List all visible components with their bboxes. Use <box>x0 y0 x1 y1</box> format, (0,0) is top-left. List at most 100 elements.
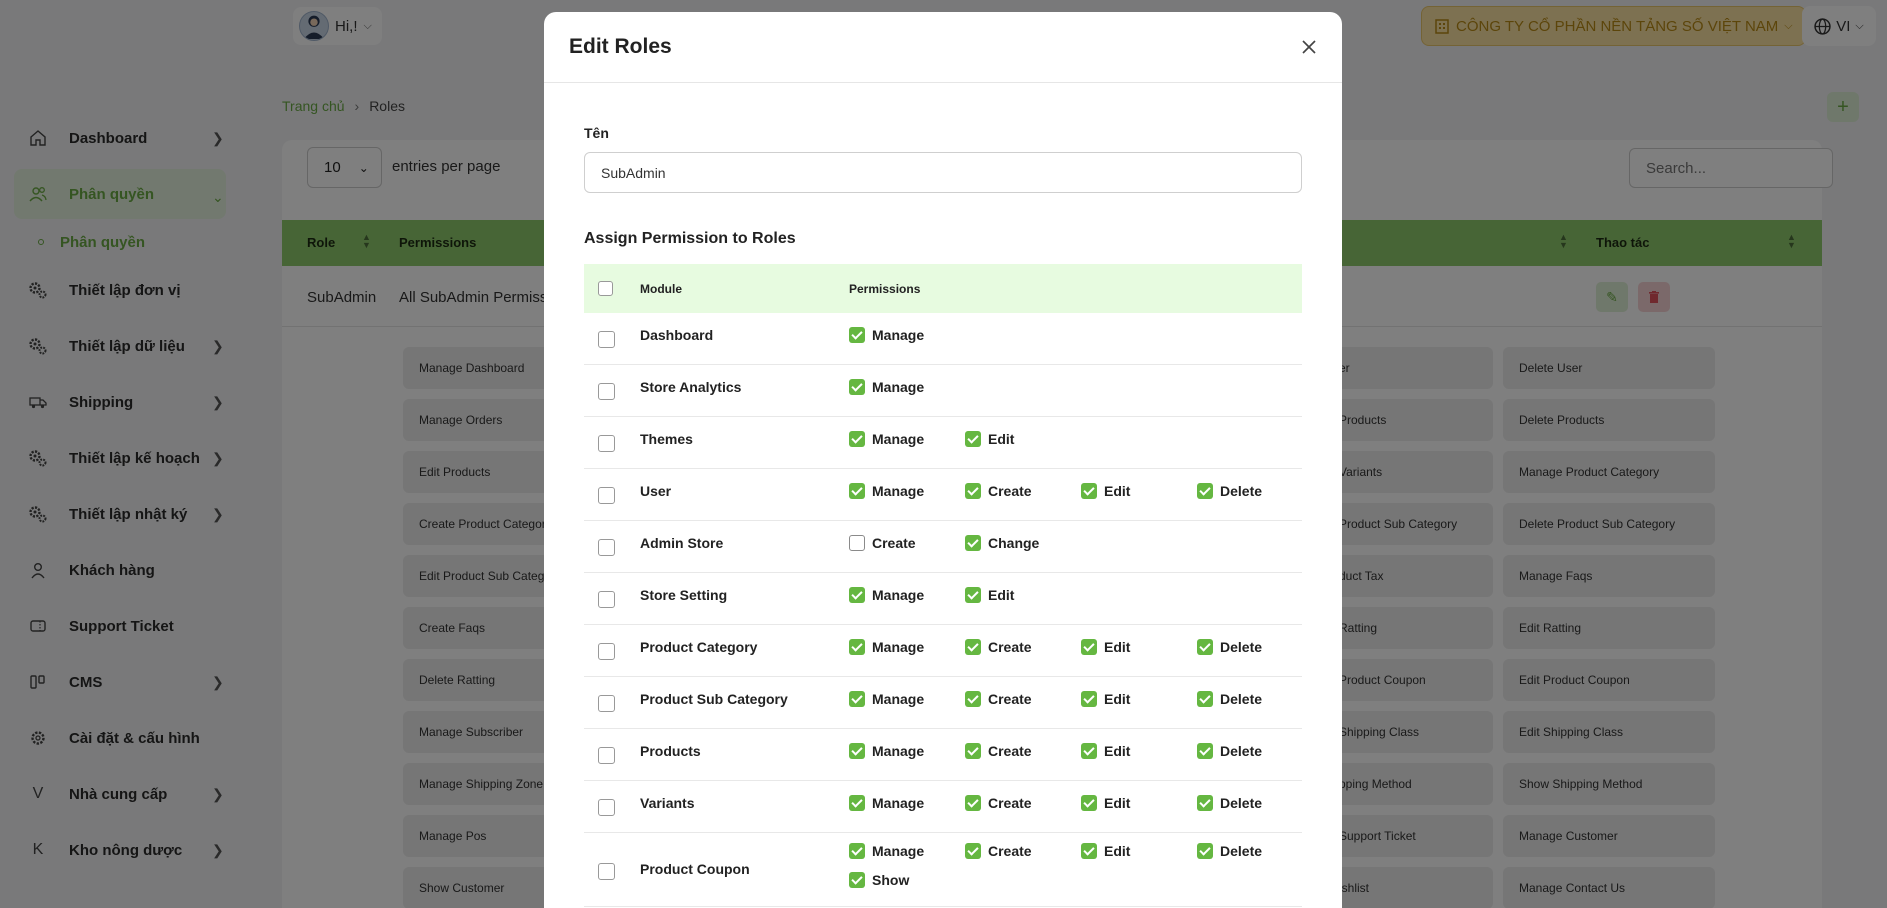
checked-checkbox[interactable] <box>849 587 865 603</box>
permission-edit[interactable]: Edit <box>1081 691 1130 707</box>
permission-label: Create <box>988 795 1032 811</box>
row-select-checkbox[interactable] <box>598 863 615 880</box>
permission-label: Manage <box>872 795 925 811</box>
name-label: Tên <box>584 125 609 141</box>
select-all-checkbox[interactable] <box>598 281 613 296</box>
checked-checkbox[interactable] <box>849 639 865 655</box>
permission-manage[interactable]: Manage <box>849 843 924 859</box>
row-select-checkbox[interactable] <box>598 747 615 764</box>
checked-checkbox[interactable] <box>1081 843 1097 859</box>
row-select-checkbox[interactable] <box>598 695 615 712</box>
permission-label: Edit <box>988 587 1015 603</box>
permission-label: Delete <box>1220 483 1263 499</box>
permission-label: Create <box>988 483 1032 499</box>
permission-create[interactable]: Create <box>965 639 1032 655</box>
checked-checkbox[interactable] <box>965 587 981 603</box>
checked-checkbox[interactable] <box>849 872 865 888</box>
permission-create[interactable]: Create <box>849 535 916 551</box>
permission-edit[interactable]: Edit <box>1081 483 1130 499</box>
permission-create[interactable]: Create <box>965 743 1032 759</box>
permission-create[interactable]: Create <box>965 843 1032 859</box>
permission-label: Create <box>988 743 1032 759</box>
checked-checkbox[interactable] <box>849 743 865 759</box>
permission-manage[interactable]: Manage <box>849 379 924 395</box>
permission-label: Manage <box>872 483 925 499</box>
permission-label: Edit <box>1104 691 1131 707</box>
checked-checkbox[interactable] <box>1081 691 1097 707</box>
module-name: Product Coupon <box>640 861 750 877</box>
checked-checkbox[interactable] <box>965 639 981 655</box>
checked-checkbox[interactable] <box>965 691 981 707</box>
row-select-checkbox[interactable] <box>598 539 615 556</box>
checked-checkbox[interactable] <box>849 483 865 499</box>
checked-checkbox[interactable] <box>965 743 981 759</box>
checked-checkbox[interactable] <box>849 691 865 707</box>
permission-row: Variants Manage Create Edit Delete <box>584 781 1302 833</box>
permission-label: Create <box>988 691 1032 707</box>
permission-edit[interactable]: Edit <box>1081 795 1130 811</box>
permission-row: Store Analytics Manage <box>584 365 1302 417</box>
row-select-checkbox[interactable] <box>598 435 615 452</box>
permission-row: User Manage Create Edit Delete <box>584 469 1302 521</box>
permission-create[interactable]: Create <box>965 795 1032 811</box>
permission-manage[interactable]: Manage <box>849 431 924 447</box>
checked-checkbox[interactable] <box>1197 795 1213 811</box>
permission-manage[interactable]: Manage <box>849 795 924 811</box>
checked-checkbox[interactable] <box>1197 639 1213 655</box>
row-select-checkbox[interactable] <box>598 643 615 660</box>
close-button[interactable] <box>1296 34 1322 60</box>
permission-delete[interactable]: Delete <box>1197 483 1262 499</box>
permission-delete[interactable]: Delete <box>1197 795 1262 811</box>
checked-checkbox[interactable] <box>849 379 865 395</box>
checked-checkbox[interactable] <box>1081 483 1097 499</box>
permission-table-header: Module Permissions <box>584 264 1302 313</box>
permission-delete[interactable]: Delete <box>1197 691 1262 707</box>
permission-edit[interactable]: Edit <box>1081 843 1130 859</box>
role-name-input[interactable] <box>584 152 1302 193</box>
checked-checkbox[interactable] <box>849 795 865 811</box>
row-select-checkbox[interactable] <box>598 487 615 504</box>
permission-delete[interactable]: Delete <box>1197 639 1262 655</box>
permission-manage[interactable]: Manage <box>849 327 924 343</box>
permission-delete[interactable]: Delete <box>1197 843 1262 859</box>
checked-checkbox[interactable] <box>1081 639 1097 655</box>
checked-checkbox[interactable] <box>965 483 981 499</box>
row-select-checkbox[interactable] <box>598 331 615 348</box>
checked-checkbox[interactable] <box>965 431 981 447</box>
checked-checkbox[interactable] <box>1081 743 1097 759</box>
checked-checkbox[interactable] <box>1197 743 1213 759</box>
permission-label: Edit <box>1104 843 1131 859</box>
checked-checkbox[interactable] <box>965 535 981 551</box>
permission-edit[interactable]: Edit <box>965 431 1014 447</box>
permission-create[interactable]: Create <box>965 691 1032 707</box>
checked-checkbox[interactable] <box>1081 795 1097 811</box>
row-select-checkbox[interactable] <box>598 799 615 816</box>
permission-delete[interactable]: Delete <box>1197 743 1262 759</box>
permission-manage[interactable]: Manage <box>849 483 924 499</box>
permission-create[interactable]: Create <box>965 483 1032 499</box>
checked-checkbox[interactable] <box>1197 843 1213 859</box>
permission-edit[interactable]: Edit <box>1081 639 1130 655</box>
permission-label: Edit <box>1104 483 1131 499</box>
checked-checkbox[interactable] <box>849 843 865 859</box>
checked-checkbox[interactable] <box>965 795 981 811</box>
row-select-checkbox[interactable] <box>598 383 615 400</box>
permission-manage[interactable]: Manage <box>849 639 924 655</box>
row-select-checkbox[interactable] <box>598 591 615 608</box>
permission-manage[interactable]: Manage <box>849 743 924 759</box>
checked-checkbox[interactable] <box>1197 691 1213 707</box>
checked-checkbox[interactable] <box>849 327 865 343</box>
permission-change[interactable]: Change <box>965 535 1039 551</box>
permission-edit[interactable]: Edit <box>1081 743 1130 759</box>
permission-row: Dashboard Manage <box>584 313 1302 365</box>
column-header-permissions: Permissions <box>849 282 921 296</box>
checked-checkbox[interactable] <box>965 843 981 859</box>
permission-manage[interactable]: Manage <box>849 587 924 603</box>
checked-checkbox[interactable] <box>849 431 865 447</box>
permission-edit[interactable]: Edit <box>965 587 1014 603</box>
unchecked-checkbox[interactable] <box>849 535 865 551</box>
permission-label: Manage <box>872 327 925 343</box>
permission-show[interactable]: Show <box>849 872 909 888</box>
checked-checkbox[interactable] <box>1197 483 1213 499</box>
permission-manage[interactable]: Manage <box>849 691 924 707</box>
